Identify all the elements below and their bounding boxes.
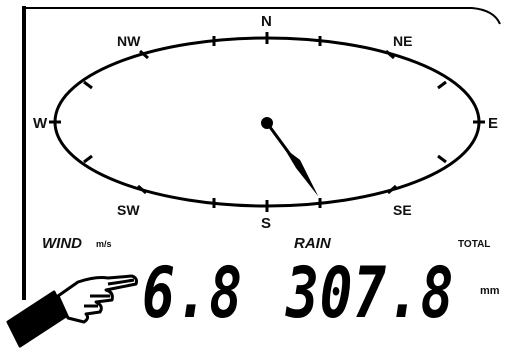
compass-label-s: S xyxy=(261,215,272,232)
compass-label-ne: NE xyxy=(393,33,413,49)
compass-label-n: N xyxy=(261,13,272,30)
pointing-hand-icon xyxy=(6,274,138,348)
compass-label-nw: NW xyxy=(117,33,141,49)
rain-label: RAIN xyxy=(294,235,331,252)
wind-label: WIND xyxy=(42,235,82,252)
rain-total-label: TOTAL xyxy=(458,239,491,250)
wind-speed-value: 6.8 xyxy=(142,252,243,334)
wind-unit: m/s xyxy=(96,239,112,249)
compass-label-e: E xyxy=(488,115,499,132)
weather-station-lcd: N NE E SE S SW W NW WIND m/s 6.8 RAIN TO… xyxy=(0,0,506,349)
rain-total-value: 307.8 xyxy=(286,252,455,334)
compass-label-se: SE xyxy=(393,202,412,218)
wind-direction-needle-icon xyxy=(261,117,318,196)
compass-label-sw: SW xyxy=(117,202,140,218)
compass-label-w: W xyxy=(33,115,48,132)
frame-corner xyxy=(471,7,501,25)
rain-unit: mm xyxy=(480,285,500,297)
